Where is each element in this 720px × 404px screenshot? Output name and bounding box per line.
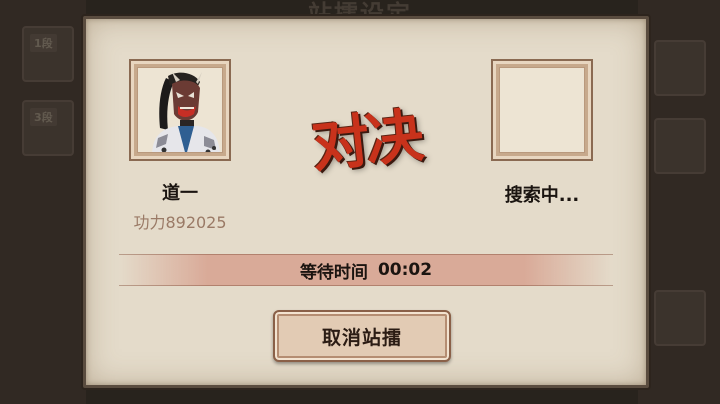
player-avatar-frame (129, 59, 231, 161)
opponent-avatar-frame (491, 59, 593, 161)
versus-emblem: 对决 (308, 101, 423, 181)
wait-label: 等待时间 (299, 262, 368, 283)
player-power: 功力892025 (133, 213, 227, 232)
masked-swordsman-icon (137, 67, 223, 153)
opponent-search-status: 搜索中... (504, 185, 580, 206)
wait-timer-bar: 等待时间 00:02 (119, 254, 613, 286)
matchmaking-dialog: 道一 功力892025 对决 搜索中... 等待时间 00:02 取消站擂 (83, 16, 649, 388)
player-name: 道一 (162, 183, 198, 204)
empty-avatar-slot (499, 67, 585, 153)
wait-time: 00:02 (377, 260, 433, 280)
cancel-match-button[interactable]: 取消站擂 (273, 310, 451, 362)
